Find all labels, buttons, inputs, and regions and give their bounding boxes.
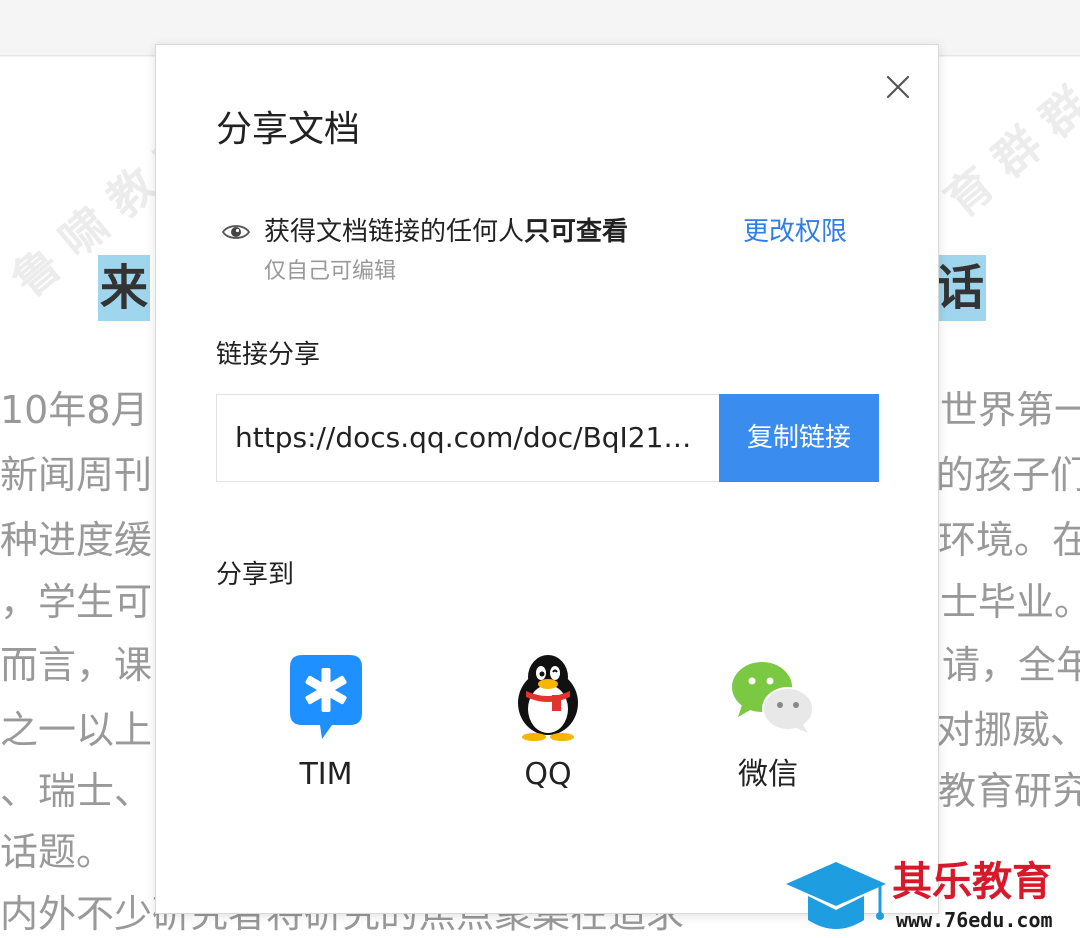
share-wechat-button[interactable]: 微信 — [688, 651, 848, 801]
permission-text: 获得文档链接的任何人只可查看 — [264, 213, 628, 251]
share-qq-button[interactable]: QQ — [468, 651, 628, 801]
brand-url: www.76edu.com — [896, 908, 1053, 932]
close-button[interactable] — [882, 71, 914, 103]
qq-penguin-icon — [518, 655, 578, 741]
share-tim-button[interactable]: TIM — [246, 651, 406, 801]
eye-icon — [222, 225, 250, 239]
tim-icon — [290, 655, 362, 739]
copy-link-button[interactable]: 复制链接 — [719, 394, 879, 482]
change-permission-link[interactable]: 更改权限 — [743, 213, 847, 251]
brand-watermark: 其乐教育 www.76edu.com — [784, 852, 1080, 938]
share-link-field[interactable]: https://docs.qq.com/doc/BqI21… — [216, 394, 720, 482]
permission-subtext: 仅自己可编辑 — [264, 259, 397, 284]
permission-level: 只可查看 — [524, 217, 629, 247]
share-wechat-label: 微信 — [738, 757, 798, 792]
link-share-label: 链接分享 — [216, 340, 321, 370]
graduation-cap-icon — [786, 862, 886, 929]
share-to-label: 分享到 — [216, 560, 295, 590]
permission-text-prefix: 获得文档链接的任何人 — [264, 217, 525, 247]
share-dialog: 分享文档 获得文档链接的任何人只可查看 更改权限 仅自己可编辑 链接分享 htt… — [155, 44, 939, 914]
brand-name: 其乐教育 — [892, 859, 1052, 905]
dialog-title: 分享文档 — [216, 109, 361, 150]
close-icon — [886, 75, 910, 99]
wechat-icon — [732, 662, 814, 733]
share-tim-label: TIM — [299, 757, 353, 792]
share-qq-label: QQ — [524, 757, 572, 792]
share-dialog-overlay: 分享文档 获得文档链接的任何人只可查看 更改权限 仅自己可编辑 链接分享 htt… — [0, 0, 1080, 938]
